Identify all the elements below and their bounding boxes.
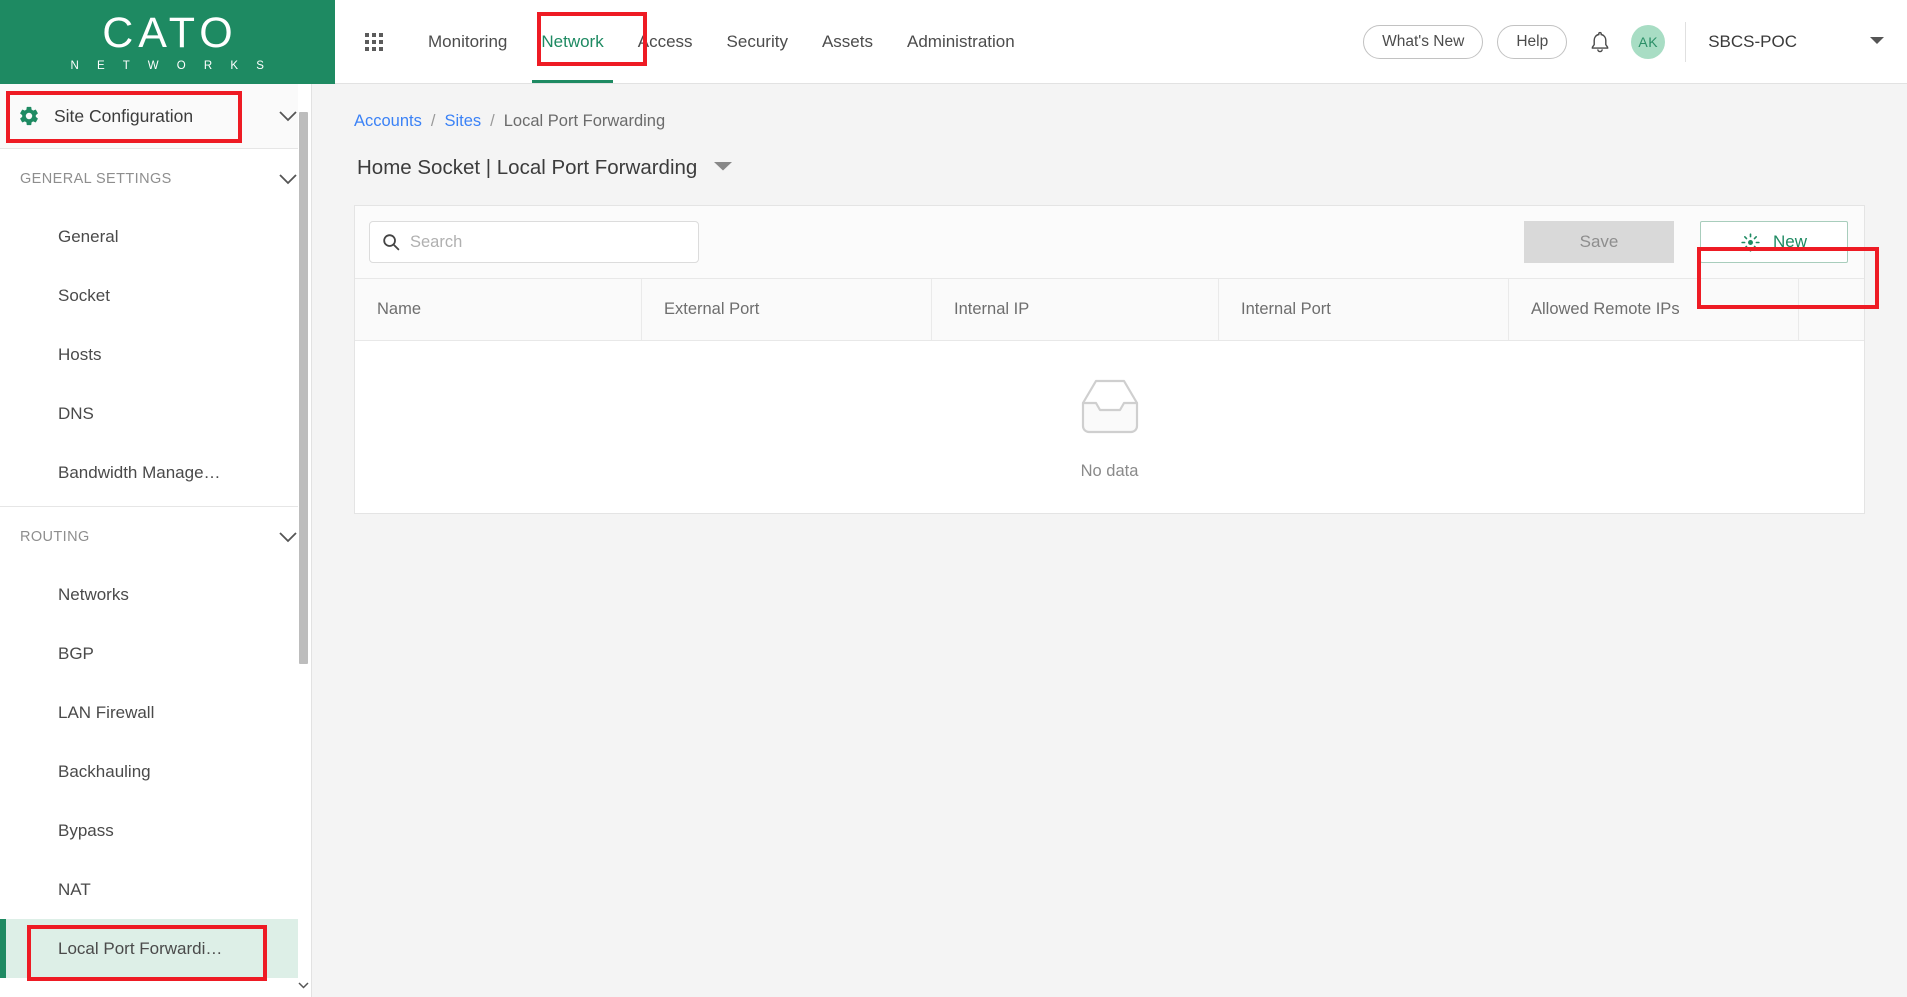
search-input[interactable] xyxy=(410,232,686,252)
sidebar-item-hosts[interactable]: Hosts xyxy=(0,325,312,384)
sidebar-section-header-general-settings[interactable]: GENERAL SETTINGS xyxy=(0,151,312,207)
body: Site Configuration GENERAL SETTINGS Gene… xyxy=(0,84,1907,997)
main-content: Accounts / Sites / Local Port Forwarding… xyxy=(312,84,1907,997)
sidebar-header-site-configuration[interactable]: Site Configuration xyxy=(0,84,312,149)
top-bar: CATO N E T W O R K S Monitoring Network … xyxy=(0,0,1907,84)
sidebar-item-nat[interactable]: NAT xyxy=(0,860,312,919)
sidebar-scrollbar-track[interactable] xyxy=(297,84,311,997)
table-column-header-actions xyxy=(1799,279,1864,340)
cato-networks-logo[interactable]: CATO N E T W O R K S xyxy=(0,0,335,84)
sidebar: Site Configuration GENERAL SETTINGS Gene… xyxy=(0,84,312,997)
nav-item-administration[interactable]: Administration xyxy=(890,0,1032,83)
local-port-forwarding-card: Save xyxy=(354,205,1865,514)
sidebar-scrollbar-thumb[interactable] xyxy=(299,112,308,664)
bell-icon[interactable] xyxy=(1589,30,1611,54)
sidebar-scroll-area: GENERAL SETTINGS General Socket Hosts DN… xyxy=(0,149,312,997)
breadcrumb-sites[interactable]: Sites xyxy=(444,112,481,131)
avatar[interactable]: AK xyxy=(1631,24,1666,59)
sidebar-item-networks[interactable]: Networks xyxy=(0,565,312,624)
table-column-header-external-port[interactable]: External Port xyxy=(642,279,932,340)
breadcrumb-separator: / xyxy=(490,112,495,130)
sidebar-item-bgp[interactable]: BGP xyxy=(0,624,312,683)
table-toolbar: Save xyxy=(355,206,1864,279)
nav-item-monitoring[interactable]: Monitoring xyxy=(411,0,524,83)
sidebar-item-general[interactable]: General xyxy=(0,207,312,266)
sidebar-item-local-port-forwarding[interactable]: Local Port Forwardi… xyxy=(0,919,312,978)
gear-icon xyxy=(18,105,40,127)
empty-state-label: No data xyxy=(1080,462,1139,480)
nav-item-assets[interactable]: Assets xyxy=(805,0,890,83)
sidebar-item-dns[interactable]: DNS xyxy=(0,384,312,443)
toolbar-actions: Save New xyxy=(1524,221,1848,263)
page-title-row: Home Socket | Local Port Forwarding xyxy=(312,131,1907,180)
nav-item-access[interactable]: Access xyxy=(621,0,710,83)
sidebar-header-label: Site Configuration xyxy=(54,105,194,126)
nav-items: Monitoring Network Access Security Asset… xyxy=(411,0,1032,83)
sidebar-item-socket[interactable]: Socket xyxy=(0,266,312,325)
table-header-row: Name External Port Internal IP Internal … xyxy=(355,279,1864,341)
breadcrumb-accounts[interactable]: Accounts xyxy=(354,112,422,131)
brand-name: CATO xyxy=(102,9,238,57)
sidebar-section-routing: ROUTING Networks BGP LAN Firewall Backha… xyxy=(0,507,312,978)
grid-apps-icon[interactable] xyxy=(365,32,383,51)
top-navigation: Monitoring Network Access Security Asset… xyxy=(335,0,1907,84)
section-chevron-down-icon[interactable] xyxy=(278,173,298,185)
sidebar-border xyxy=(311,84,312,997)
page-title: Home Socket | Local Port Forwarding xyxy=(357,156,698,179)
brand-tagline: N E T W O R K S xyxy=(70,60,272,72)
sidebar-item-bypass[interactable]: Bypass xyxy=(0,801,312,860)
help-button[interactable]: Help xyxy=(1497,24,1568,59)
nav-item-network[interactable]: Network xyxy=(524,0,620,83)
account-name[interactable]: SBCS-POC xyxy=(1708,32,1797,52)
table-column-header-internal-port[interactable]: Internal Port xyxy=(1219,279,1509,340)
sidebar-section-title: GENERAL SETTINGS xyxy=(20,171,172,187)
save-button[interactable]: Save xyxy=(1524,221,1674,263)
breadcrumb-separator: / xyxy=(430,112,436,130)
new-button[interactable]: New xyxy=(1700,221,1848,263)
new-button-label: New xyxy=(1772,232,1807,251)
table-column-header-internal-ip[interactable]: Internal IP xyxy=(932,279,1219,340)
sidebar-scroll-down-icon[interactable] xyxy=(297,979,309,991)
sidebar-section-header-routing[interactable]: ROUTING xyxy=(0,509,312,565)
breadcrumb: Accounts / Sites / Local Port Forwarding xyxy=(312,84,1907,131)
sidebar-item-bandwidth-management[interactable]: Bandwidth Manage… xyxy=(0,443,312,502)
sidebar-item-lan-firewall[interactable]: LAN Firewall xyxy=(0,683,312,742)
table-column-header-name[interactable]: Name xyxy=(355,279,642,340)
sidebar-header-chevron-down-icon[interactable] xyxy=(278,110,298,122)
account-chevron-down-icon[interactable] xyxy=(1869,34,1885,49)
sidebar-section-general-settings: GENERAL SETTINGS General Socket Hosts DN… xyxy=(0,149,312,502)
starburst-icon xyxy=(1741,232,1760,252)
table-column-header-allowed-remote-ips[interactable]: Allowed Remote IPs xyxy=(1509,279,1799,340)
top-bar-right: What's New Help AK SBCS-POC xyxy=(1349,21,1907,62)
sidebar-item-backhauling[interactable]: Backhauling xyxy=(0,742,312,801)
sidebar-section-title: ROUTING xyxy=(20,529,90,545)
section-chevron-down-icon[interactable] xyxy=(278,531,298,543)
app-root: CATO N E T W O R K S Monitoring Network … xyxy=(0,0,1907,997)
empty-inbox-icon xyxy=(1069,373,1151,446)
account-divider xyxy=(1685,21,1687,62)
search-box[interactable] xyxy=(369,221,699,263)
search-icon xyxy=(382,233,400,251)
nav-item-security[interactable]: Security xyxy=(710,0,805,83)
breadcrumb-current: Local Port Forwarding xyxy=(503,112,666,130)
page-title-caret-down-icon[interactable] xyxy=(713,159,733,177)
whats-new-button[interactable]: What's New xyxy=(1363,24,1484,59)
table-empty-state: No data xyxy=(355,341,1864,513)
